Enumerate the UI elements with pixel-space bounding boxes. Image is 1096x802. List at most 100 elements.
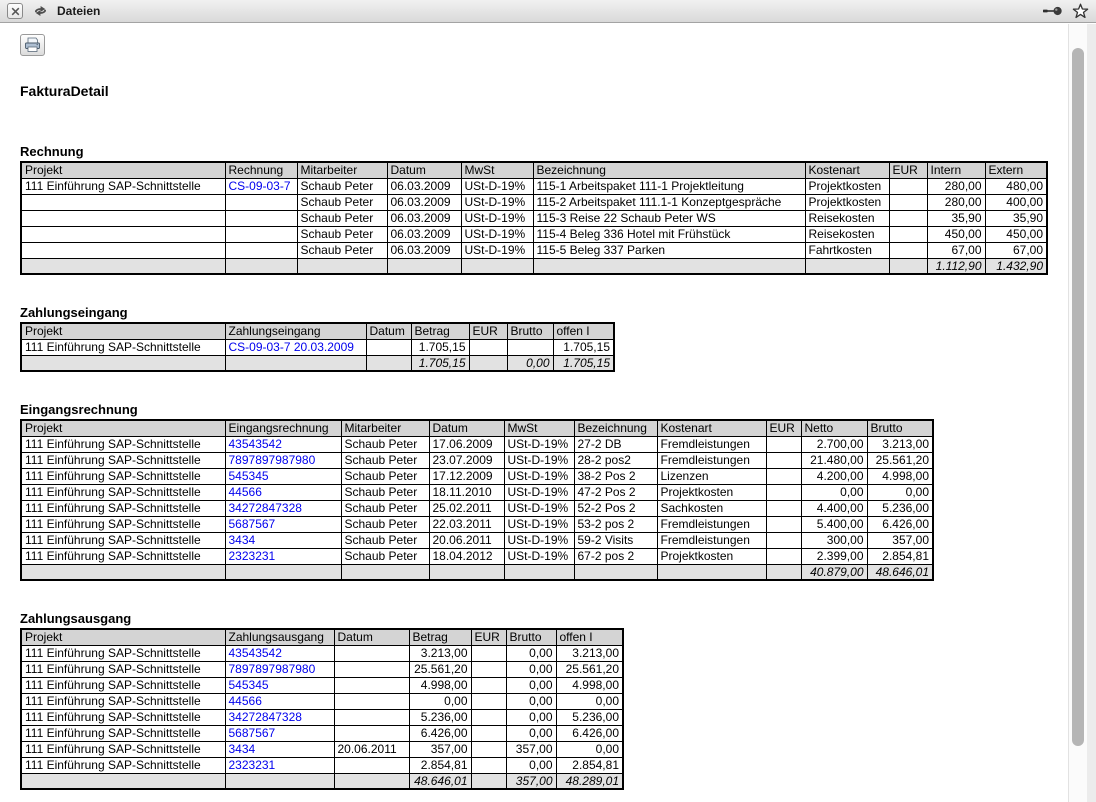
eingangsrechnung-link[interactable]: 44566 bbox=[229, 485, 262, 499]
print-button[interactable] bbox=[20, 34, 45, 56]
table-cell: 2.854,81 bbox=[409, 757, 471, 773]
table-cell: Schaub Peter bbox=[341, 452, 429, 468]
table-cell: 0,00 bbox=[801, 484, 867, 500]
zahlungsausgang-heading: Zahlungsausgang bbox=[20, 611, 1068, 626]
eingangsrechnung-link[interactable]: 5687567 bbox=[229, 517, 276, 531]
column-header: Zahlungseingang bbox=[225, 323, 366, 339]
zahlungsausgang-link[interactable]: 2323231 bbox=[229, 758, 276, 772]
rechnung-heading: Rechnung bbox=[20, 144, 1068, 159]
column-header: EUR bbox=[889, 162, 927, 178]
column-header: Bezeichnung bbox=[574, 420, 657, 436]
table-cell: CS-09-03-7 bbox=[225, 178, 297, 194]
table-cell: Projektkosten bbox=[805, 194, 889, 210]
table-cell bbox=[334, 725, 409, 741]
header-row: ProjektZahlungsausgangDatumBetragEURBrut… bbox=[21, 629, 623, 645]
table-row: Schaub Peter06.03.2009USt-D-19%115-3 Rei… bbox=[21, 210, 1047, 226]
total-cell: 357,00 bbox=[506, 773, 556, 789]
table-cell: Schaub Peter bbox=[341, 516, 429, 532]
table-cell: 06.03.2009 bbox=[387, 210, 461, 226]
zahlungsausgang-link[interactable]: 43543542 bbox=[229, 646, 282, 660]
table-row: 111 Einführung SAP-Schnittstelle78978979… bbox=[21, 661, 623, 677]
table-row: 111 Einführung SAP-Schnittstelle5687567S… bbox=[21, 516, 933, 532]
table-cell: 7897897987980 bbox=[225, 661, 334, 677]
eingangsrechnung-link[interactable]: 545345 bbox=[229, 469, 269, 483]
eingangsrechnung-link[interactable]: 34272847328 bbox=[229, 501, 302, 515]
table-cell: USt-D-19% bbox=[504, 500, 574, 516]
table-cell: Projektkosten bbox=[657, 484, 766, 500]
zahlungsausgang-link[interactable]: 7897897987980 bbox=[229, 662, 316, 676]
table-cell: 35,90 bbox=[985, 210, 1047, 226]
zahlungsausgang-link[interactable]: 44566 bbox=[229, 694, 262, 708]
zahlungseingang-link[interactable]: CS-09-03-7 20.03.2009 bbox=[229, 340, 354, 354]
table-cell bbox=[334, 661, 409, 677]
eingangsrechnung-link[interactable]: 7897897987980 bbox=[229, 453, 316, 467]
table-cell bbox=[225, 194, 297, 210]
table-cell: USt-D-19% bbox=[504, 436, 574, 452]
table-cell bbox=[225, 226, 297, 242]
total-cell bbox=[334, 773, 409, 789]
table-cell: 111 Einführung SAP-Schnittstelle bbox=[21, 452, 225, 468]
table-cell: 400,00 bbox=[985, 194, 1047, 210]
table-cell: 111 Einführung SAP-Schnittstelle bbox=[21, 741, 225, 757]
tab-bar: Dateien bbox=[0, 0, 1096, 23]
total-cell: 48.646,01 bbox=[409, 773, 471, 789]
close-tab-button[interactable] bbox=[7, 3, 23, 19]
table-cell: 2.854,81 bbox=[867, 548, 933, 564]
table-row: 111 Einführung SAP-Schnittstelle545345Sc… bbox=[21, 468, 933, 484]
column-header: Intern bbox=[927, 162, 985, 178]
table-cell: 5687567 bbox=[225, 725, 334, 741]
table-cell: 4.998,00 bbox=[409, 677, 471, 693]
table-row: 111 Einführung SAP-Schnittstelle23232312… bbox=[21, 757, 623, 773]
column-header: Zahlungsausgang bbox=[225, 629, 334, 645]
table-row: 111 Einführung SAP-Schnittstelle43543542… bbox=[21, 436, 933, 452]
zahlungsausgang-link[interactable]: 34272847328 bbox=[229, 710, 302, 724]
section-rechnung: Rechnung ProjektRechnungMitarbeiterDatum… bbox=[20, 144, 1068, 275]
page-title: FakturaDetail bbox=[20, 83, 1068, 99]
table-cell: 3.213,00 bbox=[867, 436, 933, 452]
table-cell: USt-D-19% bbox=[504, 484, 574, 500]
zahlungsausgang-link[interactable]: 3434 bbox=[229, 742, 256, 756]
table-cell: 357,00 bbox=[409, 741, 471, 757]
table-cell: 2.399,00 bbox=[801, 548, 867, 564]
total-cell bbox=[533, 258, 805, 274]
total-cell: 1.705,15 bbox=[411, 355, 469, 371]
table-cell: 06.03.2009 bbox=[387, 178, 461, 194]
total-cell: 40.879,00 bbox=[801, 564, 867, 580]
tab-title: Dateien bbox=[57, 4, 100, 18]
rechnung-table: ProjektRechnungMitarbeiterDatumMwStBezei… bbox=[20, 161, 1048, 275]
table-cell: Reisekosten bbox=[805, 210, 889, 226]
table-cell bbox=[334, 709, 409, 725]
table-cell: 0,00 bbox=[506, 693, 556, 709]
favorite-star-icon[interactable] bbox=[1072, 3, 1089, 19]
eingangsrechnung-link[interactable]: 3434 bbox=[229, 533, 256, 547]
scrollbar-thumb[interactable] bbox=[1072, 48, 1084, 746]
zahlungsausgang-table: ProjektZahlungsausgangDatumBetragEURBrut… bbox=[20, 628, 624, 790]
table-cell: 4.400,00 bbox=[801, 500, 867, 516]
table-cell: 22.03.2011 bbox=[429, 516, 504, 532]
table-cell: 34272847328 bbox=[225, 709, 334, 725]
table-cell bbox=[469, 339, 507, 355]
table-cell: 67,00 bbox=[985, 242, 1047, 258]
table-cell: USt-D-19% bbox=[461, 226, 533, 242]
column-header: Kostenart bbox=[657, 420, 766, 436]
table-cell: 0,00 bbox=[556, 693, 623, 709]
rechnung-link[interactable]: CS-09-03-7 bbox=[229, 179, 291, 193]
column-header: EUR bbox=[766, 420, 801, 436]
zahlungsausgang-link[interactable]: 5687567 bbox=[229, 726, 276, 740]
eingangsrechnung-link[interactable]: 2323231 bbox=[229, 549, 276, 563]
table-cell: 67-2 pos 2 bbox=[574, 548, 657, 564]
scrollbar-track[interactable] bbox=[1068, 24, 1087, 802]
pin-icon[interactable] bbox=[1042, 5, 1063, 17]
zahlungsausgang-link[interactable]: 545345 bbox=[229, 678, 269, 692]
eingangsrechnung-link[interactable]: 43543542 bbox=[229, 437, 282, 451]
table-cell: 17.12.2009 bbox=[429, 468, 504, 484]
table-cell bbox=[889, 178, 927, 194]
table-cell: 2.854,81 bbox=[556, 757, 623, 773]
table-cell: Fremdleistungen bbox=[657, 436, 766, 452]
table-cell: 43543542 bbox=[225, 436, 341, 452]
close-icon bbox=[11, 7, 20, 16]
table-cell bbox=[471, 757, 506, 773]
column-header: offen I bbox=[553, 323, 614, 339]
table-cell: USt-D-19% bbox=[504, 452, 574, 468]
table-cell: 23.07.2009 bbox=[429, 452, 504, 468]
